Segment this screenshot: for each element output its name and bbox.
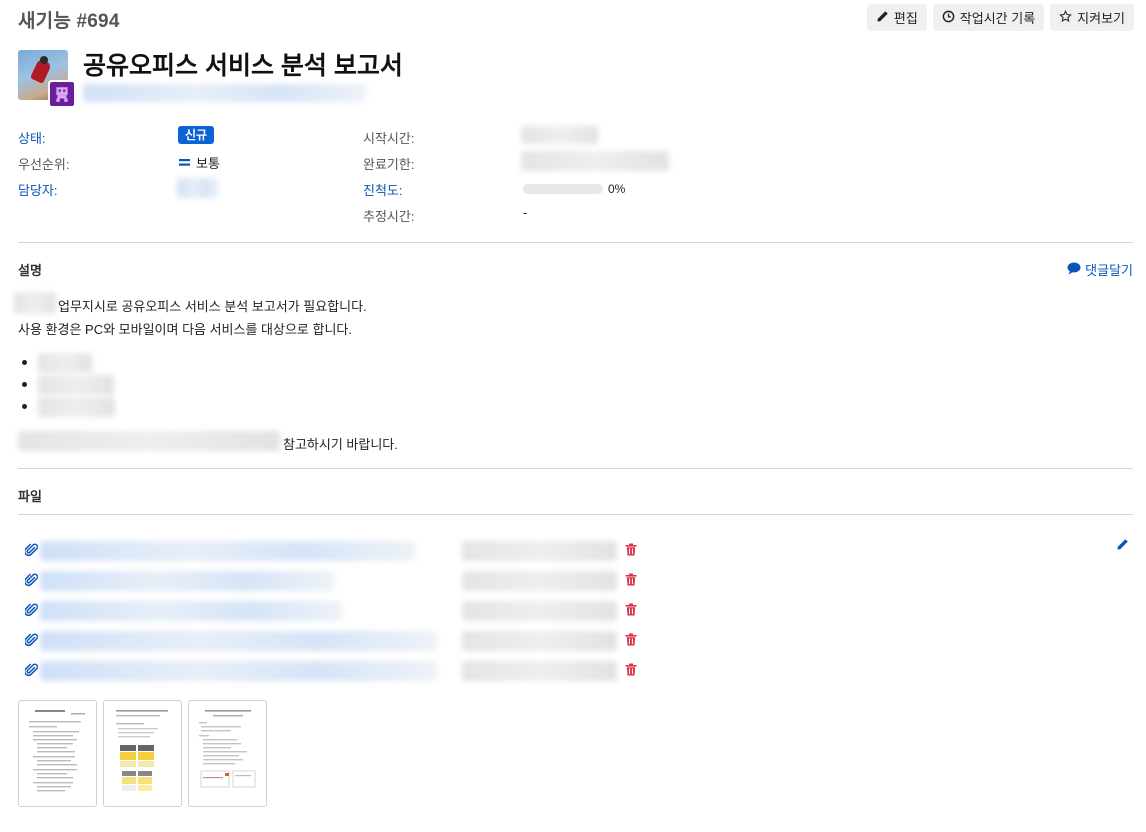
avatar-figure-head	[40, 56, 48, 64]
edit-button-label: 편집	[893, 11, 918, 26]
issue-title: 공유오피스 서비스 분석 보고서	[83, 52, 403, 80]
divider	[18, 514, 1133, 515]
paperclip-icon	[23, 633, 39, 650]
document-preview	[29, 710, 85, 792]
edit-button[interactable]: 편집	[866, 4, 927, 31]
files-heading: 파일	[18, 489, 42, 504]
priority-value: 보통	[179, 153, 220, 172]
pixel-robot-icon	[56, 87, 68, 102]
attachment-row	[0, 630, 1146, 652]
divider	[18, 468, 1133, 469]
divider	[18, 242, 1133, 243]
attachment-meta-redacted	[462, 541, 617, 561]
assignee-label: 담당자:	[18, 183, 58, 198]
trash-icon	[625, 603, 637, 616]
progress-percent: 0%	[608, 182, 626, 196]
delete-attachment-button[interactable]	[625, 633, 637, 649]
progress-indicator: 0%	[523, 182, 625, 196]
attachment-meta-redacted	[462, 571, 617, 591]
attachment-thumbnail[interactable]	[188, 700, 267, 807]
attachment-meta-redacted	[462, 661, 617, 681]
add-comment-label: 댓글달기	[1085, 263, 1133, 278]
estimate-label: 추정시간:	[363, 209, 415, 224]
start-time-label: 시작시간:	[363, 131, 415, 146]
status-value: 신규	[178, 126, 215, 144]
description-closing: 참고하시기 바랍니다.	[283, 437, 398, 452]
due-date-value-redacted	[521, 151, 669, 171]
attachment-thumbnail[interactable]	[18, 700, 97, 807]
thumbnail-strip	[18, 700, 267, 807]
list-bullet	[22, 360, 27, 365]
progress-bar	[523, 184, 603, 194]
trash-icon	[625, 663, 637, 676]
trash-icon	[625, 543, 637, 556]
service-item-redacted	[38, 397, 115, 417]
attachment-link-redacted[interactable]	[40, 601, 342, 621]
delete-attachment-button[interactable]	[625, 663, 637, 679]
delete-attachment-button[interactable]	[625, 543, 637, 559]
attachment-row	[0, 600, 1146, 622]
paperclip-icon	[23, 543, 39, 560]
delete-attachment-button[interactable]	[625, 603, 637, 619]
issue-id-heading: 새기능 #694	[18, 11, 120, 32]
start-time-value-redacted	[521, 126, 598, 144]
paperclip-icon	[23, 663, 39, 680]
due-date-label: 완료기한:	[363, 157, 415, 172]
speech-bubble-icon	[1067, 262, 1081, 278]
attachment-meta-redacted	[462, 601, 617, 621]
attachment-row	[0, 570, 1146, 592]
watch-button-label: 지켜보기	[1077, 11, 1125, 26]
attachment-link-redacted[interactable]	[40, 661, 437, 681]
service-list	[22, 360, 27, 365]
list-bullet	[22, 382, 27, 387]
attachment-row	[0, 540, 1146, 562]
paperclip-icon	[23, 573, 39, 590]
attachment-link-redacted[interactable]	[40, 571, 334, 591]
reference-text-redacted	[18, 431, 280, 451]
pencil-icon	[876, 10, 889, 26]
assignee-mini-avatar	[48, 80, 76, 108]
log-time-button[interactable]: 작업시간 기록	[932, 4, 1045, 31]
paperclip-icon	[23, 603, 39, 620]
document-preview	[199, 710, 256, 788]
status-badge: 신규	[178, 126, 215, 144]
trash-icon	[625, 633, 637, 646]
service-item-redacted	[38, 375, 114, 395]
attachment-link-redacted[interactable]	[40, 541, 416, 561]
progress-label: 진척도:	[363, 183, 403, 198]
service-item-redacted	[38, 353, 92, 373]
assignee-value-redacted[interactable]	[177, 178, 219, 198]
description-heading: 설명	[18, 263, 42, 278]
description-name-redacted	[14, 292, 56, 314]
description-line-1: 업무지시로 공유오피스 서비스 분석 보고서가 필요합니다.	[58, 299, 367, 314]
estimate-value: -	[523, 205, 528, 220]
add-comment-link[interactable]: 댓글달기	[1067, 260, 1133, 279]
attachment-thumbnail[interactable]	[103, 700, 182, 807]
priority-text: 보통	[196, 156, 220, 171]
attachment-link-redacted[interactable]	[40, 631, 437, 651]
delete-attachment-button[interactable]	[625, 573, 637, 589]
author-line-redacted	[83, 84, 366, 102]
description-line-2: 사용 환경은 PC와 모바일이며 다음 서비스를 대상으로 합니다.	[18, 322, 352, 337]
attachment-row	[0, 660, 1146, 682]
equals-icon	[179, 155, 190, 170]
status-label: 상태:	[18, 131, 46, 146]
document-preview	[116, 710, 168, 791]
trash-icon	[625, 573, 637, 586]
toolbar: 편집 작업시간 기록 지켜보기	[866, 4, 1134, 31]
watch-button[interactable]: 지켜보기	[1050, 4, 1134, 31]
star-icon	[1059, 9, 1072, 26]
priority-label: 우선순위:	[18, 157, 70, 172]
list-bullet	[22, 404, 27, 409]
clock-icon	[942, 10, 955, 26]
log-time-button-label: 작업시간 기록	[959, 11, 1036, 26]
attachment-meta-redacted	[462, 631, 617, 651]
